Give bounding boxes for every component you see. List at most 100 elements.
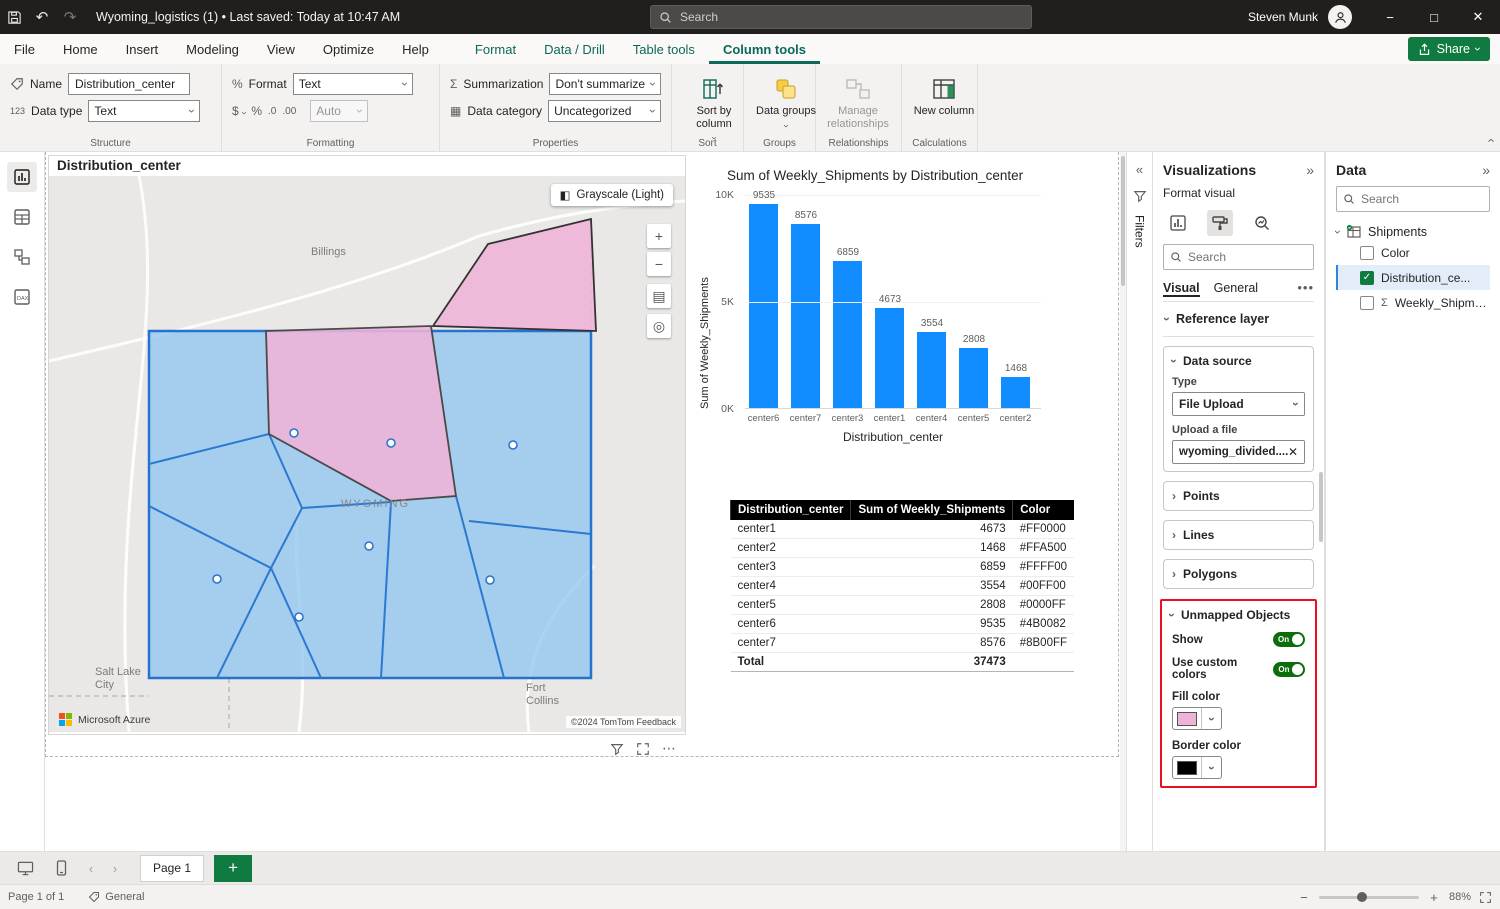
field-row-color[interactable]: Color [1336,240,1490,265]
fill-color-picker[interactable]: › [1172,707,1222,730]
filter-icon[interactable] [610,742,624,756]
chevron-down-icon[interactable]: › [1201,708,1221,729]
table-row[interactable]: center14673#FF0000 [731,520,1075,539]
format-search-input[interactable] [1188,250,1307,264]
format-search-box[interactable] [1163,244,1314,270]
border-color-picker[interactable]: › [1172,756,1222,779]
field-row-distribution-ce[interactable]: ✓Distribution_ce... [1336,265,1490,290]
tab-general[interactable]: General [1214,281,1258,295]
card-points[interactable]: ›Points [1163,481,1314,511]
table-view-icon[interactable] [7,202,37,232]
field-checkbox[interactable]: ✓ [1360,271,1374,285]
minimize-button[interactable]: − [1368,0,1412,34]
percent-icon[interactable]: % [251,104,262,118]
map-visual[interactable]: Distribution_center [48,155,686,735]
menu-tab-modeling[interactable]: Modeling [172,34,253,64]
collapse-ribbon-button[interactable]: › [1483,138,1496,142]
zoom-slider-thumb[interactable] [1357,892,1367,902]
zoom-percent[interactable]: 88% [1449,891,1471,903]
data-search-box[interactable] [1336,186,1490,212]
bar-center7[interactable]: 8576 [791,194,820,408]
zoom-in-button[interactable]: + [1427,890,1441,905]
close-button[interactable]: ✕ [1456,0,1500,34]
fit-to-page-icon[interactable] [1479,891,1492,904]
bar-rect[interactable] [749,204,778,408]
reference-layer-section[interactable]: › Reference layer [1163,302,1314,337]
global-search[interactable]: Search [650,5,1032,29]
more-options-icon[interactable]: ⋯ [662,740,677,757]
table-tree-item[interactable]: › Shipments [1336,224,1490,240]
datatype-select[interactable]: Text› [88,100,200,122]
name-input[interactable] [68,73,190,95]
chevron-down-icon[interactable]: › [1332,230,1344,234]
menu-tab-table-tools[interactable]: Table tools [619,34,709,64]
format-visual-icon[interactable] [1207,210,1233,236]
map-style-button[interactable]: ◧ Grayscale (Light) [551,184,673,206]
data-source-card[interactable]: › Data source Type File Upload › Upload … [1163,346,1314,472]
field-checkbox[interactable] [1360,246,1374,260]
report-canvas[interactable]: Distribution_center [45,152,1120,851]
bar-center6[interactable]: 9535 [749,194,778,408]
decimal-decrease-icon[interactable]: .0 [268,106,276,117]
bar-rect[interactable] [917,332,946,408]
filters-pane-title[interactable]: Filters [1133,215,1147,248]
more-options-icon[interactable]: ••• [1297,280,1314,295]
maximize-button[interactable]: □ [1412,0,1456,34]
desktop-view-icon[interactable] [12,856,38,880]
show-toggle[interactable]: On [1273,632,1305,647]
map-location-button[interactable]: ◎ [647,314,671,338]
filters-funnel-icon[interactable] [1133,189,1147,203]
menu-tab-help[interactable]: Help [388,34,443,64]
azure-map[interactable]: Billings WYOMING Salt Lake City Fort Col… [49,176,685,732]
sort-by-column-button[interactable]: Sort by column › [682,72,746,143]
collapse-pane-icon[interactable]: » [1306,162,1314,178]
menu-tab-column-tools[interactable]: Column tools [709,34,820,64]
datacategory-select[interactable]: Uncategorized› [548,100,661,122]
menu-tab-data-drill[interactable]: Data / Drill [530,34,619,64]
clear-file-icon[interactable]: ✕ [1288,445,1298,459]
model-view-icon[interactable] [7,242,37,272]
field-checkbox[interactable] [1360,296,1374,310]
focus-mode-icon[interactable] [636,742,650,756]
bar-rect[interactable] [791,224,820,408]
bar-center3[interactable]: 6859 [833,194,862,408]
table-row[interactable]: center21468#FFA500 [731,539,1075,558]
table-row[interactable]: center36859#FFFF00 [731,558,1075,577]
collapse-pane-icon[interactable]: » [1482,162,1490,178]
table-row[interactable]: center78576#8B00FF [731,634,1075,653]
menu-tab-format[interactable]: Format [461,34,530,64]
zoom-in-button[interactable]: + [647,224,671,248]
map-copyright[interactable]: ©2024 TomTom Feedback [566,716,681,728]
map-layers-button[interactable]: ▤ [647,284,671,308]
table-row[interactable]: center52808#0000FF [731,596,1075,615]
bar-center5[interactable]: 2808 [959,194,988,408]
table-row[interactable]: center43554#00FF00 [731,577,1075,596]
redo-icon[interactable]: ↷ [56,0,84,34]
menu-tab-home[interactable]: Home [49,34,112,64]
new-column-button[interactable]: New column [912,72,976,118]
undo-icon[interactable]: ↶ [28,0,56,34]
bar-rect[interactable] [1001,377,1030,408]
menu-tab-view[interactable]: View [253,34,309,64]
bar-center2[interactable]: 1468 [1001,194,1030,408]
analytics-icon[interactable] [1249,210,1275,236]
summarization-select[interactable]: Don't summarize› [549,73,661,95]
menu-tab-optimize[interactable]: Optimize [309,34,388,64]
tab-visual[interactable]: Visual [1163,281,1200,295]
next-page-icon[interactable]: › [108,861,122,876]
zoom-slider[interactable] [1319,896,1419,899]
dax-query-view-icon[interactable]: DAX [7,282,37,312]
pane-scrollbar[interactable] [1319,472,1323,542]
chevron-down-icon[interactable]: › [1201,757,1221,778]
save-icon[interactable] [0,0,28,34]
data-groups-button[interactable]: Data groups › [754,72,818,131]
avatar[interactable] [1328,5,1352,29]
zoom-out-button[interactable]: − [1297,890,1311,905]
mobile-view-icon[interactable] [48,856,74,880]
bar-rect[interactable] [875,308,904,408]
decimal-increase-icon[interactable]: .00 [282,106,296,117]
sensitivity-label[interactable]: General [88,891,144,903]
manage-relationships-button[interactable]: Manage relationships [826,72,890,130]
menu-tab-file[interactable]: File [0,34,49,64]
data-search-input[interactable] [1361,192,1483,206]
